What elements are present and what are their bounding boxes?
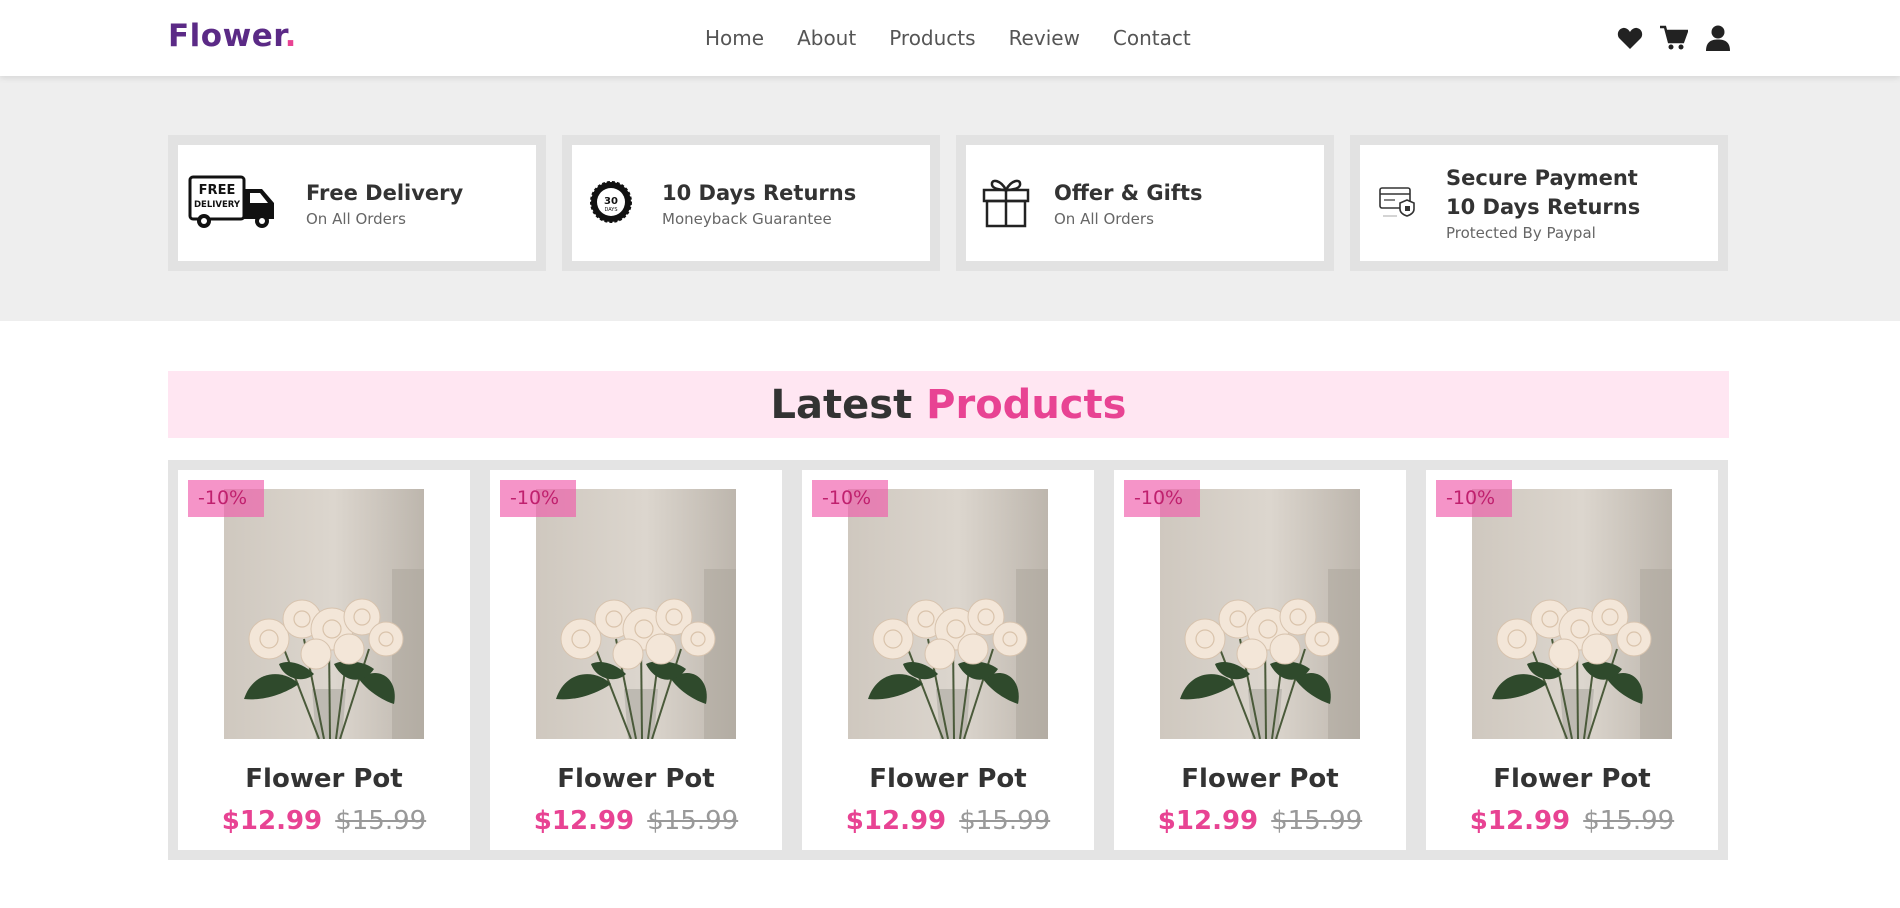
product-card[interactable]: -10% Flower Pot $12.99 $15.99 — [168, 460, 480, 860]
user-icon[interactable] — [1704, 24, 1732, 52]
old-price: $15.99 — [959, 806, 1051, 836]
feature-returns: 30 DAYS 10 Days Returns Moneyback Guaran… — [562, 135, 940, 271]
product-price: $12.99 $15.99 — [490, 806, 782, 836]
product-image[interactable] — [536, 489, 736, 739]
brand-name: Flower — [168, 18, 285, 54]
site-header: Flower. Home About Products Review Conta… — [0, 0, 1900, 76]
product-grid: -10% Flower Pot $12.99 $15.99 -10% Flowe… — [168, 460, 1730, 860]
secure-card-icon — [1374, 169, 1420, 235]
header-icons — [1616, 24, 1732, 52]
current-price: $12.99 — [1157, 806, 1259, 836]
product-name[interactable]: Flower Pot — [1114, 764, 1406, 794]
product-name[interactable]: Flower Pot — [490, 764, 782, 794]
feature-subtitle: On All Orders — [306, 209, 406, 228]
feature-text: Offer & Gifts On All Orders — [1054, 145, 1203, 261]
free-text: FREE — [199, 183, 236, 198]
product-card[interactable]: -10% Flower Pot $12.99 $15.99 — [480, 460, 792, 860]
feature-secure-payment: Secure Payment 10 Days Returns Protected… — [1350, 135, 1728, 271]
feature-title-line-1: Secure Payment — [1446, 166, 1638, 190]
product-image[interactable] — [224, 489, 424, 739]
free-delivery-truck-icon: FREE DELIVERY — [186, 169, 282, 235]
main-nav: Home About Products Review Contact — [705, 26, 1224, 50]
product-price: $12.99 $15.99 — [802, 806, 1094, 836]
nav-about[interactable]: About — [797, 26, 856, 50]
feature-subtitle: On All Orders — [1054, 209, 1154, 228]
product-name[interactable]: Flower Pot — [178, 764, 470, 794]
heart-icon[interactable] — [1616, 24, 1644, 52]
feature-text: Free Delivery On All Orders — [306, 145, 463, 261]
discount-badge: -10% — [188, 480, 264, 517]
seal-number: 30 — [604, 196, 618, 207]
feature-title: 10 Days Returns — [662, 180, 857, 205]
feature-subtitle: Moneyback Guarantee — [662, 209, 832, 228]
seal-days: DAYS — [604, 207, 617, 213]
current-price: $12.99 — [221, 806, 323, 836]
product-card[interactable]: -10% Flower Pot $12.99 $15.99 — [1104, 460, 1416, 860]
delivery-text: DELIVERY — [194, 200, 241, 210]
cart-icon[interactable] — [1660, 24, 1688, 52]
nav-contact[interactable]: Contact — [1113, 26, 1191, 50]
discount-badge: -10% — [1124, 480, 1200, 517]
feature-title: Free Delivery — [306, 180, 464, 205]
old-price: $15.99 — [1583, 806, 1675, 836]
nav-home[interactable]: Home — [705, 26, 764, 50]
product-card[interactable]: -10% Flower Pot $12.99 $15.99 — [792, 460, 1104, 860]
product-price: $12.99 $15.99 — [178, 806, 470, 836]
product-price: $12.99 $15.99 — [1114, 806, 1406, 836]
feature-free-delivery: FREE DELIVERY Free Delivery On All Order… — [168, 135, 546, 271]
gift-icon — [978, 169, 1034, 235]
current-price: $12.99 — [1469, 806, 1571, 836]
product-price: $12.99 $15.99 — [1426, 806, 1718, 836]
discount-badge: -10% — [1436, 480, 1512, 517]
section-title-accent: Products — [926, 381, 1127, 428]
product-name[interactable]: Flower Pot — [1426, 764, 1718, 794]
product-image[interactable] — [1472, 489, 1672, 739]
discount-badge: -10% — [500, 480, 576, 517]
old-price: $15.99 — [1271, 806, 1363, 836]
product-image[interactable] — [848, 489, 1048, 739]
brand-logo[interactable]: Flower. — [168, 18, 297, 54]
product-card[interactable]: -10% Flower Pot $12.99 $15.99 — [1416, 460, 1728, 860]
nav-products[interactable]: Products — [889, 26, 975, 50]
feature-offers: Offer & Gifts On All Orders — [956, 135, 1334, 271]
feature-subtitle: Protected By Paypal — [1446, 224, 1596, 242]
section-title: Latest Products — [771, 382, 1127, 428]
feature-title-line-2: 10 Days Returns — [1446, 195, 1641, 219]
section-title-bar: Latest Products — [168, 371, 1729, 438]
30-days-seal-icon: 30 DAYS — [586, 169, 636, 235]
brand-dot: . — [284, 18, 297, 54]
old-price: $15.99 — [335, 806, 427, 836]
nav-review[interactable]: Review — [1009, 26, 1080, 50]
features-band: FREE DELIVERY Free Delivery On All Order… — [0, 76, 1900, 321]
feature-text: Secure Payment 10 Days Returns Protected… — [1446, 145, 1640, 261]
feature-title: Offer & Gifts — [1054, 180, 1203, 205]
product-image[interactable] — [1160, 489, 1360, 739]
section-title-main: Latest — [770, 381, 913, 428]
current-price: $12.99 — [533, 806, 635, 836]
feature-text: 10 Days Returns Moneyback Guarantee — [662, 145, 856, 261]
current-price: $12.99 — [845, 806, 947, 836]
discount-badge: -10% — [812, 480, 888, 517]
product-name[interactable]: Flower Pot — [802, 764, 1094, 794]
old-price: $15.99 — [647, 806, 739, 836]
